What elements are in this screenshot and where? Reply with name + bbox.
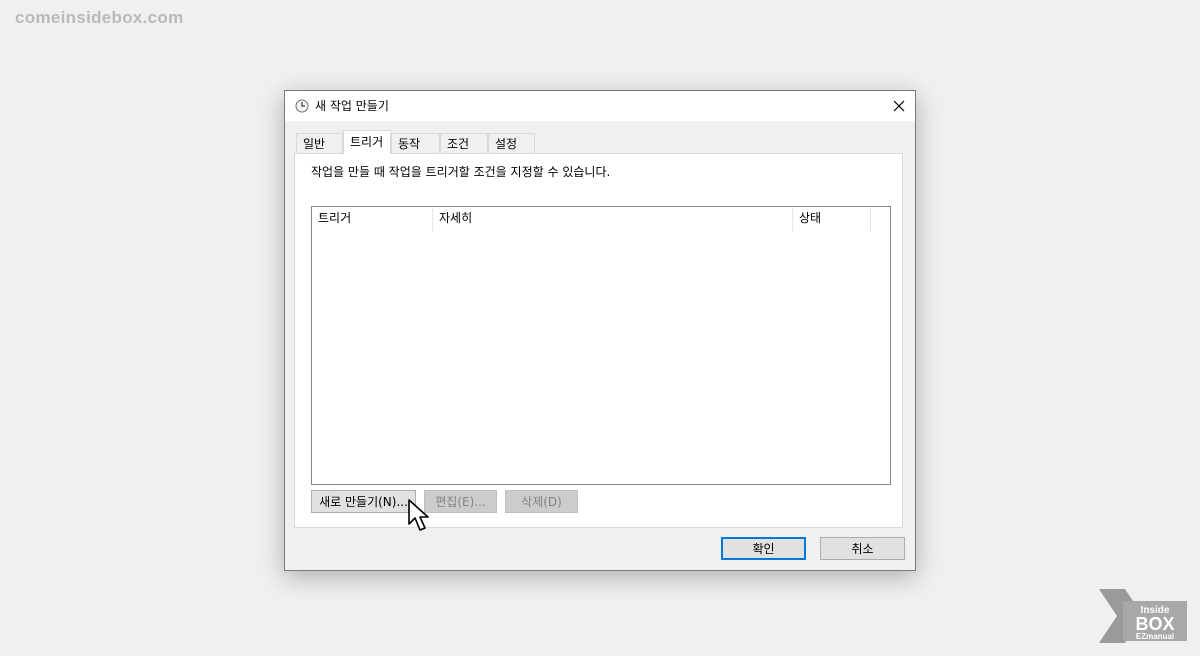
list-header: 트리거 자세히 상태 <box>312 207 890 231</box>
tab-strip: 일반 트리거 동작 조건 설정 <box>296 130 896 154</box>
tab-conditions[interactable]: 조건 <box>440 133 488 153</box>
ok-button[interactable]: 확인 <box>721 537 806 560</box>
logo-line2: BOX <box>1135 614 1174 634</box>
new-trigger-button[interactable]: 새로 만들기(N)... <box>311 490 416 513</box>
tab-general[interactable]: 일반 <box>296 133 343 153</box>
insidebox-logo: Inside BOX EZmanual <box>1099 589 1187 643</box>
logo-line3: EZmanual <box>1136 632 1174 641</box>
tab-settings[interactable]: 설정 <box>488 133 535 153</box>
triggers-description: 작업을 만들 때 작업을 트리거할 조건을 지정할 수 있습니다. <box>311 165 611 179</box>
mouse-pointer-icon <box>408 499 429 531</box>
dialog-title: 새 작업 만들기 <box>315 99 389 113</box>
create-task-dialog: 새 작업 만들기 일반 트리거 동작 조건 설정 작업을 만들 때 작업을 트리… <box>284 90 916 571</box>
delete-trigger-button[interactable]: 삭제(D) <box>505 490 578 513</box>
clock-icon <box>295 99 309 113</box>
close-icon <box>893 100 905 112</box>
title-bar: 새 작업 만들기 <box>285 91 915 121</box>
tab-actions[interactable]: 동작 <box>391 133 440 153</box>
tab-triggers[interactable]: 트리거 <box>343 130 391 154</box>
triggers-panel: 작업을 만들 때 작업을 트리거할 조건을 지정할 수 있습니다. 트리거 자세… <box>294 153 903 528</box>
column-header-details[interactable]: 자세히 <box>433 207 793 231</box>
close-button[interactable] <box>883 91 915 121</box>
column-header-trigger[interactable]: 트리거 <box>312 207 433 231</box>
cancel-button[interactable]: 취소 <box>820 537 905 560</box>
watermark-text: comeinsidebox.com <box>15 8 184 27</box>
column-header-status[interactable]: 상태 <box>793 207 871 231</box>
triggers-list[interactable]: 트리거 자세히 상태 <box>311 206 891 485</box>
